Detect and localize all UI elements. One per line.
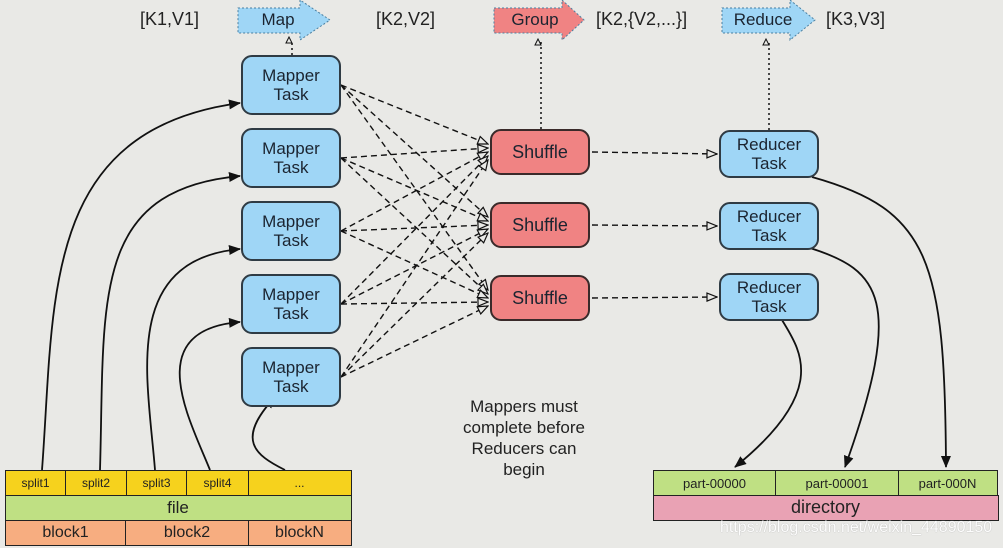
mapper-to-shuffle-edge [340,148,488,159]
reducer-line1: Reducer [736,207,802,226]
split-cell: split2 [65,469,127,496]
mapper-task-node: Mapper Task [241,201,341,261]
mapper-to-shuffle-edge [340,157,488,222]
mapper-to-shuffle-edge [340,84,488,217]
shuffle-to-reducer-edge [591,297,717,298]
shuffle-node: Shuffle [490,202,590,248]
split-cell: split4 [186,469,249,496]
mapper-shuffle-edges [340,84,488,378]
mapper-line2: Task [273,304,309,323]
file-row: file [4,494,352,521]
mapper-task-node: Mapper Task [241,128,341,188]
mapper-to-shuffle-edge [340,306,488,378]
file-cell: file [4,494,352,521]
split4-to-mapper4 [178,317,241,471]
mapper-line1: Mapper [262,139,320,158]
split2-to-mapper2 [99,172,241,471]
mapper-task-node: Mapper Task [241,274,341,334]
reduce-stage-label: Reduce [733,10,793,29]
block-cell: block2 [125,519,249,546]
reducer-task-node: Reducer Task [719,273,819,321]
mapper-to-shuffle-edge [340,233,488,378]
reducer-line2: Task [751,154,787,173]
mapper-line1: Mapper [262,66,320,85]
mapper-line2: Task [273,85,309,104]
mapper-line2: Task [273,158,309,177]
mapper-to-shuffle-edge [340,84,488,145]
mapper-line2: Task [273,377,309,396]
reducer-line1: Reducer [736,135,802,154]
splits-row: split1 split2 split3 split4 ... [4,469,352,496]
split1-to-mapper1 [41,99,241,471]
shuffle-to-reducer-edge [591,152,717,154]
part-cell: part-000N [897,469,998,497]
mapper-to-shuffle-edge [340,84,488,290]
map-stage-label: Map [261,10,295,29]
note-line: Reducers can [471,439,577,458]
mapper-task-node: Mapper Task [241,55,341,115]
mappers-complete-note: Mappers must complete before Reducers ca… [444,396,604,480]
mapper-to-shuffle-edge [340,160,488,378]
block-cell: block1 [4,519,127,546]
mapper-line2: Task [273,231,309,250]
shuffle-label: Shuffle [512,214,568,235]
splitn-to-mapper5 [251,396,286,471]
note-line: complete before [463,418,585,437]
split-cell: split1 [4,469,67,496]
mapper-to-shuffle-edge [340,230,488,298]
mapper-line1: Mapper [262,285,320,304]
reducer-task-node: Reducer Task [719,202,819,250]
split3-to-mapper3 [146,245,241,471]
shuffle-label: Shuffle [512,141,568,162]
part-cell: part-00001 [775,469,899,497]
block-cell: blockN [247,519,352,546]
note-line: begin [503,460,545,479]
k1v1-label: [K1,V1] [140,9,200,29]
k2-list-label: [K2,{V2,...}] [596,9,688,29]
group-stage-label: Group [511,10,559,29]
watermark-text: https://blog.csdn.net/weixin_44890150 [720,519,993,536]
shuffle-to-reducer-edge [591,225,717,226]
directory-row: directory [652,494,999,521]
blocks-row: block1 block2 blockN [4,519,352,546]
reducer-line1: Reducer [736,278,802,297]
mapper-line1: Mapper [262,358,320,377]
reducer3-to-part0 [734,319,803,468]
shuffle-node: Shuffle [490,129,590,175]
shuffle-node: Shuffle [490,275,590,321]
shuffle-label: Shuffle [512,287,568,308]
reducer2-to-part1 [809,247,880,468]
k2v2-label: [K2,V2] [376,9,436,29]
split-cell: ... [247,469,352,496]
reducer-task-node: Reducer Task [719,130,819,178]
directory-cell: directory [652,494,999,521]
reducer-line2: Task [751,226,787,245]
shuffle-reducer-edges [591,152,717,298]
note-line: Mappers must [470,397,578,416]
mapper-to-shuffle-edge [340,302,488,304]
split-cell: split3 [125,469,188,496]
mapper-to-shuffle-edge [340,229,488,305]
part-cell: part-00000 [652,469,777,497]
reducer-line2: Task [751,297,787,316]
mapper-task-node: Mapper Task [241,347,341,407]
mapper-line1: Mapper [262,212,320,231]
k3v3-label: [K3,V3] [826,9,886,29]
parts-row: part-00000 part-00001 part-000N [652,469,998,497]
